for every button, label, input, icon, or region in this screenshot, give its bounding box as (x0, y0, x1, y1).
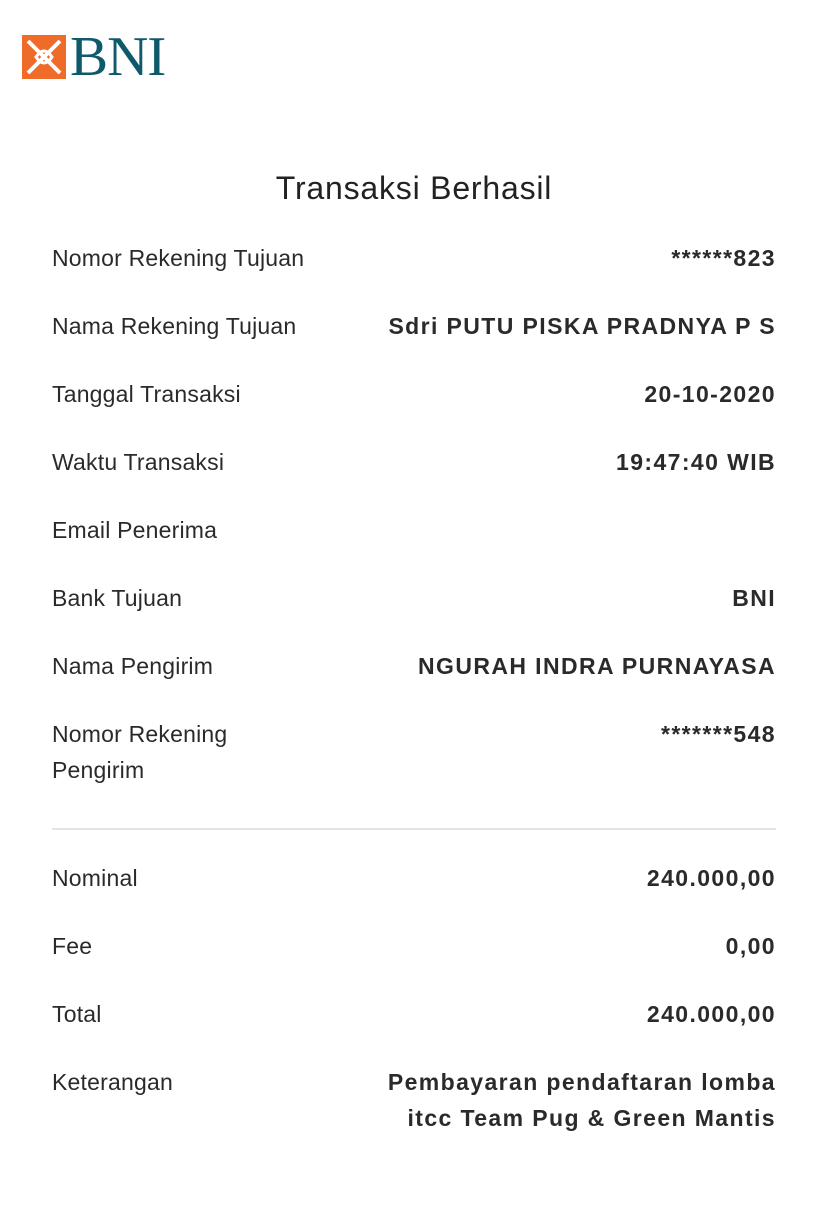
page-title: Transaksi Berhasil (275, 170, 553, 206)
amount-row-total: Total 240.000,00 (52, 996, 776, 1064)
bni-logo-icon (22, 35, 66, 79)
amount-value: 0,00 (725, 933, 776, 959)
amount-row-nominal: Nominal 240.000,00 (52, 860, 776, 928)
amount-value: 240.000,00 (646, 1001, 776, 1027)
detail-value: *******548 (660, 721, 776, 747)
detail-label: Nomor Rekening Tujuan (52, 245, 305, 271)
detail-row-transaction-time: Waktu Transaksi 19:47:40 WIB (52, 444, 776, 512)
amount-row-description: Keterangan Pembayaran pendaftaran lomba … (52, 1064, 776, 1136)
amount-value: Pembayaran pendaftaran lomba itcc Team P… (387, 1069, 776, 1131)
detail-row-sender-name: Nama Pengirim NGURAH INDRA PURNAYASA (52, 648, 776, 716)
detail-label: Email Penerima (52, 517, 218, 543)
bni-logo-text: BNI (70, 26, 166, 88)
detail-label: Nama Pengirim (52, 653, 214, 679)
detail-row-destination-bank: Bank Tujuan BNI (52, 580, 776, 648)
amount-label: Keterangan (52, 1069, 173, 1095)
bni-logo: BNI (22, 26, 166, 88)
amount-label: Fee (52, 933, 93, 959)
detail-value: 20-10-2020 (644, 381, 776, 407)
divider (52, 828, 776, 830)
detail-label: Tanggal Transaksi (52, 381, 241, 407)
detail-value: 19:47:40 WIB (616, 449, 776, 475)
amount-row-fee: Fee 0,00 (52, 928, 776, 996)
detail-label: Bank Tujuan (52, 585, 183, 611)
detail-row-sender-account: Nomor Rekening Pengirim *******548 (52, 716, 776, 824)
detail-value: ******823 (671, 245, 776, 271)
detail-label: Waktu Transaksi (52, 449, 225, 475)
amount-label: Nominal (52, 865, 138, 891)
transaction-details: Nomor Rekening Tujuan ******823 Nama Rek… (52, 240, 776, 1136)
detail-label: Nomor Rekening Pengirim (52, 721, 228, 783)
detail-row-recipient-email: Email Penerima (52, 512, 776, 580)
detail-row-transaction-date: Tanggal Transaksi 20-10-2020 (52, 376, 776, 444)
detail-value: BNI (732, 585, 776, 611)
detail-row-destination-account: Nomor Rekening Tujuan ******823 (52, 240, 776, 308)
detail-row-destination-name: Nama Rekening Tujuan Sdri PUTU PISKA PRA… (52, 308, 776, 376)
detail-value: NGURAH INDRA PURNAYASA (418, 653, 776, 679)
amount-label: Total (52, 1001, 102, 1027)
detail-label: Nama Rekening Tujuan (52, 313, 297, 339)
detail-value: Sdri PUTU PISKA PRADNYA P S (388, 313, 776, 339)
amount-value: 240.000,00 (646, 865, 776, 891)
